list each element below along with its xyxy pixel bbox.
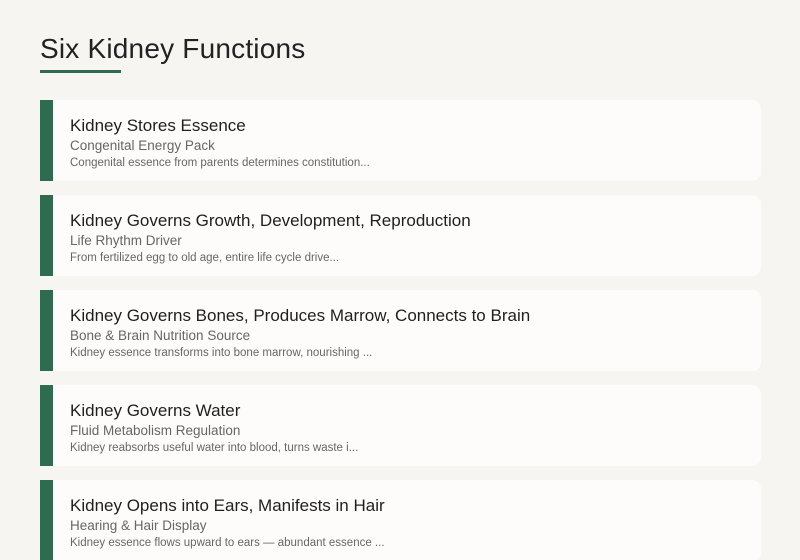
card-subtitle: Fluid Metabolism Regulation	[70, 423, 241, 438]
card-subtitle: Hearing & Hair Display	[70, 518, 207, 533]
function-card[interactable]: Kidney Governs Water Fluid Metabolism Re…	[40, 385, 761, 466]
card-description: Kidney essence flows upward to ears — ab…	[70, 537, 385, 549]
page-title: Six Kidney Functions	[40, 33, 306, 64]
card-list: Kidney Stores Essence Congenital Energy …	[40, 100, 761, 560]
card-title: Kidney Governs Water	[70, 401, 241, 420]
card-subtitle: Bone & Brain Nutrition Source	[70, 328, 251, 343]
card-title: Kidney Stores Essence	[70, 116, 246, 135]
title-underline	[40, 70, 121, 73]
card-title: Kidney Opens into Ears, Manifests in Hai…	[70, 496, 385, 515]
card-accent-bar	[40, 385, 53, 466]
card-description: Kidney essence transforms into bone marr…	[70, 347, 373, 359]
function-card[interactable]: Kidney Stores Essence Congenital Energy …	[40, 100, 761, 181]
function-card[interactable]: Kidney Opens into Ears, Manifests in Hai…	[40, 480, 761, 560]
card-title: Kidney Governs Growth, Development, Repr…	[70, 211, 471, 230]
card-description: Kidney reabsorbs useful water into blood…	[70, 442, 359, 454]
card-accent-bar	[40, 100, 53, 181]
card-description: Congenital essence from parents determin…	[70, 157, 370, 169]
card-title: Kidney Governs Bones, Produces Marrow, C…	[70, 306, 531, 325]
function-card[interactable]: Kidney Governs Bones, Produces Marrow, C…	[40, 290, 761, 371]
card-description: From fertilized egg to old age, entire l…	[70, 252, 340, 264]
card-accent-bar	[40, 290, 53, 371]
card-subtitle: Life Rhythm Driver	[70, 233, 182, 248]
card-accent-bar	[40, 195, 53, 276]
page: Six Kidney Functions Kidney Stores Essen…	[0, 0, 800, 560]
function-card[interactable]: Kidney Governs Growth, Development, Repr…	[40, 195, 761, 276]
card-subtitle: Congenital Energy Pack	[70, 138, 215, 153]
card-accent-bar	[40, 480, 53, 560]
